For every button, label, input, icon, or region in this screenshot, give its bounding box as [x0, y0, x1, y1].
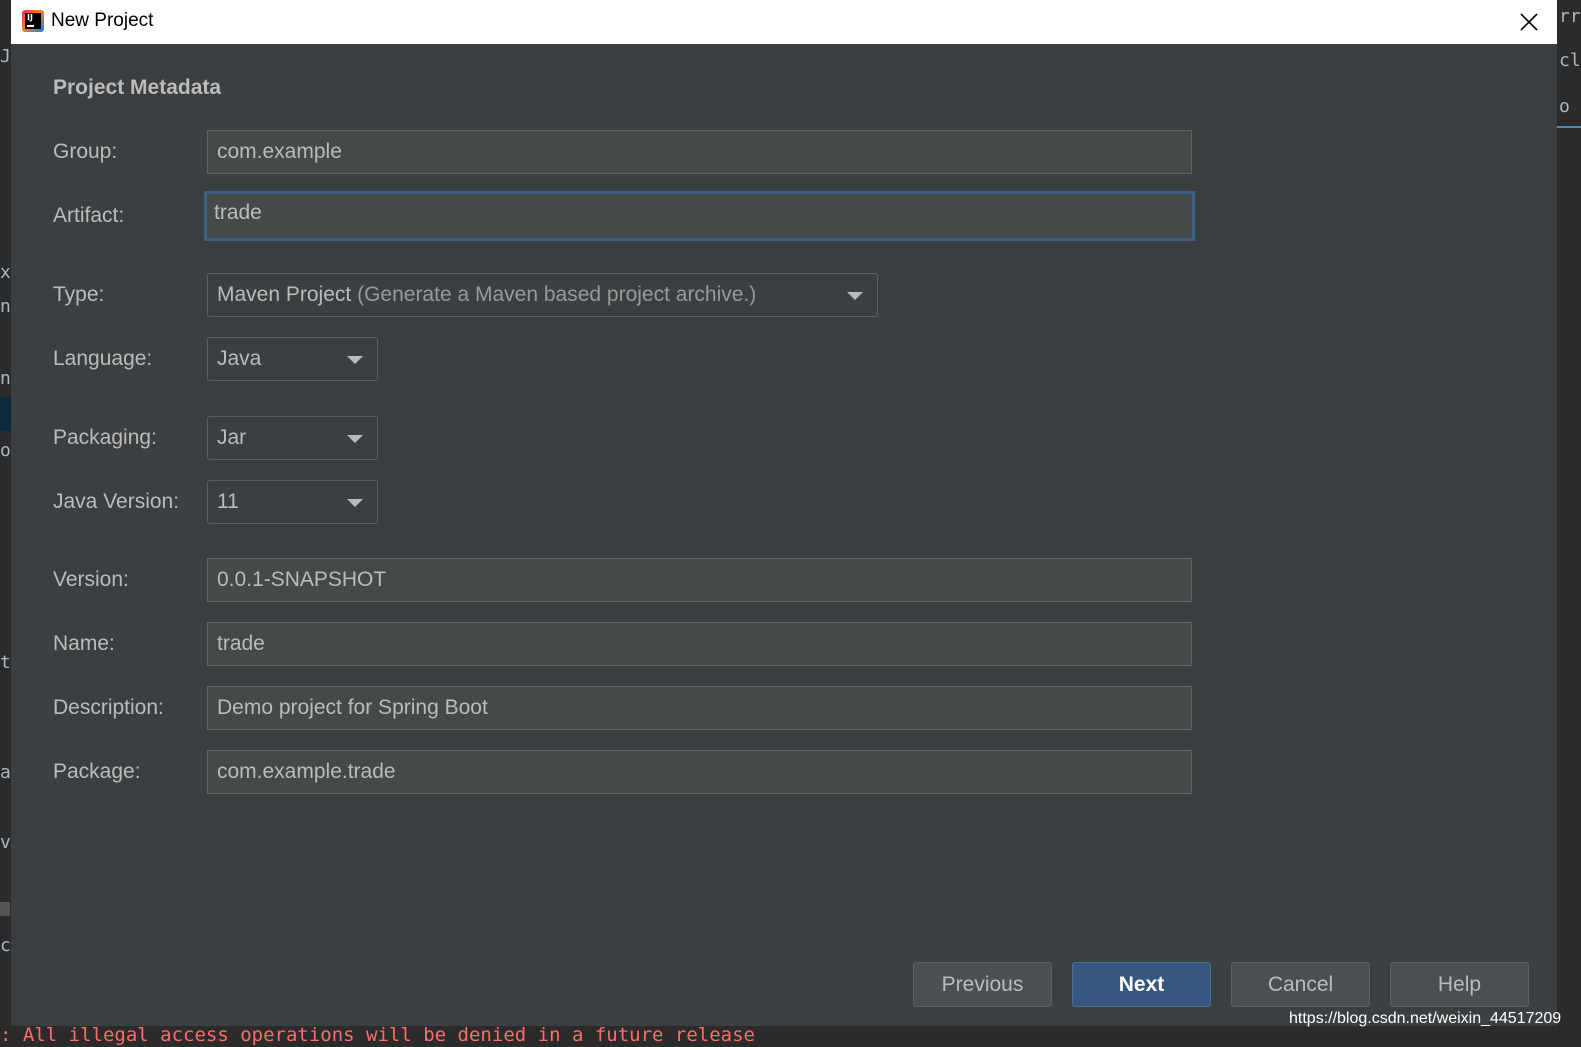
window-title: New Project — [51, 10, 154, 31]
java-version-value: 11 — [217, 490, 239, 513]
packaging-dropdown[interactable]: Jar — [207, 416, 378, 460]
background-code-fragment: cl — [1559, 50, 1581, 71]
artifact-input[interactable]: trade — [204, 191, 1195, 241]
version-input[interactable]: 0.0.1-SNAPSHOT — [207, 558, 1192, 602]
packaging-value: Jar — [217, 426, 247, 449]
background-code-fragment: o — [1559, 96, 1570, 117]
java-version-dropdown[interactable]: 11 — [207, 480, 378, 524]
title-bar[interactable]: IJ New Project — [11, 0, 1557, 44]
previous-button[interactable]: Previous — [913, 962, 1052, 1007]
type-dropdown[interactable]: Maven Project (Generate a Maven based pr… — [207, 273, 878, 317]
background-code-fragment: x — [0, 262, 11, 283]
packaging-label: Packaging: — [53, 426, 157, 449]
close-icon — [1520, 13, 1538, 31]
background-code-fragment: n — [0, 368, 11, 389]
group-label: Group: — [53, 140, 118, 163]
java-version-label: Java Version: — [53, 490, 180, 513]
type-hint: (Generate a Maven based project archive.… — [357, 283, 757, 306]
chevron-down-icon — [847, 292, 863, 300]
language-label: Language: — [53, 347, 153, 370]
background-code-fragment: a — [0, 762, 11, 783]
background-code-fragment: rr — [1559, 6, 1581, 27]
background-code-fragment: c — [0, 935, 11, 956]
chevron-down-icon — [347, 356, 363, 364]
background-code-fragment: v — [0, 832, 11, 853]
intellij-idea-icon: IJ — [22, 10, 44, 32]
new-project-dialog: IJ New Project Project Metadata Group: c… — [11, 0, 1557, 1026]
package-input[interactable]: com.example.trade — [207, 750, 1192, 794]
background-code-fragment: n — [0, 296, 11, 317]
background-code-fragment: o — [0, 440, 11, 461]
section-title: Project Metadata — [53, 76, 222, 99]
version-label: Version: — [53, 568, 129, 591]
language-value: Java — [217, 347, 262, 370]
description-label: Description: — [53, 696, 164, 719]
language-dropdown[interactable]: Java — [207, 337, 378, 381]
type-label: Type: — [53, 283, 105, 306]
console-warning-line: : All illegal access operations will be … — [0, 1024, 755, 1046]
artifact-label: Artifact: — [53, 204, 125, 227]
chevron-down-icon — [347, 499, 363, 507]
background-tab-underline — [1557, 126, 1581, 128]
watermark: https://blog.csdn.net/weixin_44517209 — [1289, 1010, 1562, 1027]
name-label: Name: — [53, 632, 115, 655]
name-input[interactable]: trade — [207, 622, 1192, 666]
close-button[interactable] — [1513, 6, 1545, 38]
chevron-down-icon — [347, 435, 363, 443]
type-value: Maven Project — [217, 283, 352, 306]
package-label: Package: — [53, 760, 141, 783]
description-input[interactable]: Demo project for Spring Boot — [207, 686, 1192, 730]
background-scrollbar — [0, 902, 10, 916]
cancel-button[interactable]: Cancel — [1231, 962, 1370, 1007]
background-code-fragment: J — [0, 46, 11, 67]
background-editor-right: rr cl o — [1557, 0, 1581, 1047]
help-button[interactable]: Help — [1390, 962, 1529, 1007]
next-button[interactable]: Next — [1072, 962, 1211, 1007]
group-input[interactable]: com.example — [207, 130, 1192, 174]
